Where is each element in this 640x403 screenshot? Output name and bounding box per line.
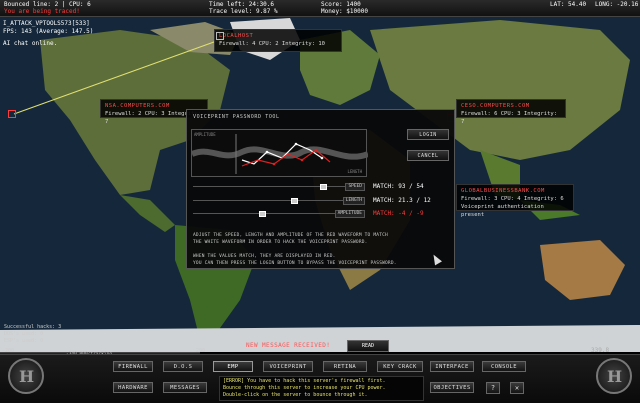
status-bar: Bounced line: 2 | CPU: 6 You are being t… <box>0 0 640 17</box>
read-button[interactable]: READ <box>347 340 389 352</box>
instruction-line: ADJUST THE SPEED, LENGTH AND AMPLITUDE O… <box>193 233 388 238</box>
server-ceso[interactable]: CESO.COMPUTERS.COM Firewall: 6 CPU: 3 In… <box>456 99 566 125</box>
speed-slider[interactable]: SPEED <box>193 183 365 192</box>
speed-label: SPEED <box>345 183 365 191</box>
wave-length-label: LENGTH <box>347 169 362 174</box>
console-button[interactable]: CONSOLE <box>482 361 526 372</box>
slider-thumb[interactable] <box>291 198 298 204</box>
hack-stats: Successful hacks: 3 DOS's used: 0 ESP's … <box>4 324 61 345</box>
instruction-line: THE WHITE WAVEFORM IN ORDER TO HACK THE … <box>193 240 368 245</box>
stat-line: ESP's used: 0 <box>4 338 44 344</box>
trace-warning: You are being traced! <box>4 8 80 15</box>
target-marker-icon <box>216 32 224 40</box>
instruction-line: WHEN THE VALUES MATCH, THEY ARE DISPLAYE… <box>193 254 336 259</box>
messages-button[interactable]: MESSAGES <box>163 382 207 393</box>
fps-line: FPS: 143 (Average: 147.5) <box>3 28 94 35</box>
server-note: Voiceprint authentication present <box>461 204 544 218</box>
amplitude-match: MATCH: -4 / -9 <box>373 210 424 217</box>
message-line: Double-click on the server to bounce thr… <box>223 392 368 398</box>
voiceprint-button[interactable]: VOICEPRINT <box>263 361 313 372</box>
login-button[interactable]: LOGIN <box>407 129 449 140</box>
stat-line: DOS's used: 0 <box>4 331 44 337</box>
server-info: Firewall: 4 CPU: 2 Integrity: 10 <box>219 41 325 47</box>
server-globalbank[interactable]: GLOBALBUSINESSBANK.COM Firewall: 3 CPU: … <box>456 184 574 218</box>
server-title: LOCALHOST <box>219 33 254 39</box>
money: Money: $10000 <box>321 8 368 15</box>
message-line: Bounce through this server to increase y… <box>223 385 386 391</box>
new-message-alert: NEW MESSAGE RECEIVED! <box>246 342 331 349</box>
message-line: [ERROR] You have to hack this server's f… <box>223 378 386 384</box>
length-label: LENGTH <box>342 197 365 205</box>
retina-button[interactable]: RETINA <box>323 361 367 372</box>
server-title: GLOBALBUSINESSBANK.COM <box>461 188 545 194</box>
voiceprint-dialog: VOICEPRINT PASSWORD TOOL AMPLITUDE LENGT… <box>186 109 455 269</box>
trace-level: Trace level: 9.87 % <box>209 8 278 15</box>
server-info: Firewall: 6 CPU: 3 Integrity: 7 <box>461 111 558 125</box>
amplitude-label: AMPLITUDE <box>334 210 365 218</box>
emp-button[interactable]: EMP <box>213 361 253 372</box>
longitude: LONG: -20.16 <box>595 1 639 8</box>
attack-line: I_ATTACK_VPTOOLS573[533] <box>3 20 90 27</box>
interface-button[interactable]: INTERFACE <box>430 361 474 372</box>
length-match: MATCH: 21.3 / 12 <box>373 197 431 204</box>
firewall-button[interactable]: FIREWALL <box>113 361 153 372</box>
cancel-button[interactable]: CANCEL <box>407 150 449 161</box>
slider-thumb[interactable] <box>259 211 266 217</box>
trophy-icon[interactable]: ? <box>486 382 500 394</box>
dialog-title: VOICEPRINT PASSWORD TOOL <box>193 114 280 120</box>
message-log: [ERROR] You have to hack this server's f… <box>219 376 424 401</box>
target-marker-icon <box>8 110 16 118</box>
keycrack-button[interactable]: KEY CRACK <box>377 361 423 372</box>
latitude: LAT: 54.40 <box>550 1 587 8</box>
dos-button[interactable]: D.O.S <box>163 361 203 372</box>
speed-match: MATCH: 93 / 54 <box>373 183 424 190</box>
close-icon[interactable]: ✕ <box>510 382 524 394</box>
amplitude-slider[interactable]: AMPLITUDE <box>193 210 365 219</box>
instruction-line: YOU CAN THEN PRESS THE LOGIN BUTTON TO B… <box>193 261 397 266</box>
waveform-display: AMPLITUDE LENGTH <box>190 129 370 177</box>
chat-line: AI chat online. <box>3 40 58 47</box>
hardware-button[interactable]: HARDWARE <box>113 382 153 393</box>
top-counter: 339.8 <box>591 347 610 354</box>
wave-amplitude-label: AMPLITUDE <box>194 132 216 137</box>
length-slider[interactable]: LENGTH <box>193 197 365 206</box>
game-logo-icon: H <box>596 358 632 394</box>
stat-line: Successful hacks: 3 <box>4 324 62 330</box>
objectives-button[interactable]: OBJECTIVES <box>430 382 474 393</box>
server-title: CESO.COMPUTERS.COM <box>461 103 530 109</box>
server-info: Firewall: 3 CPU: 4 Integrity: 6 <box>461 196 564 202</box>
slider-thumb[interactable] <box>320 184 327 190</box>
game-logo-icon: H <box>8 358 44 394</box>
server-localhost[interactable]: LOCALHOST Firewall: 4 CPU: 2 Integrity: … <box>214 29 342 52</box>
